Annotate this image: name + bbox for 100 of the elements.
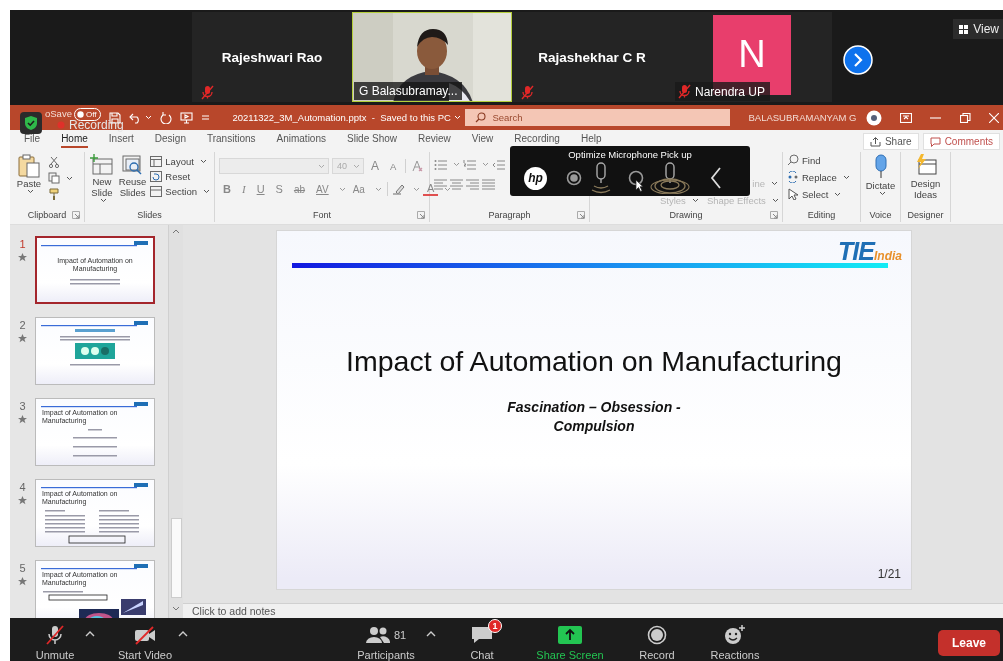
highlighter-icon[interactable] — [392, 183, 407, 195]
caret-icon[interactable] — [691, 198, 699, 203]
unmute-button[interactable]: Unmute — [25, 624, 85, 661]
slide-content-drawing — [73, 429, 117, 459]
transition-star-icon — [18, 415, 27, 424]
collapse-chevron-icon[interactable] — [710, 167, 722, 189]
comments-button[interactable]: Comments — [922, 133, 1000, 150]
caret-up-icon[interactable] — [85, 630, 95, 637]
ribbon-tab[interactable]: Animations — [276, 133, 326, 146]
caret-icon[interactable] — [27, 189, 34, 194]
notes-pane[interactable]: Click to add notes — [183, 603, 1003, 618]
transition-star-icon — [18, 577, 27, 586]
group-label: Voice — [869, 210, 892, 220]
group-label: Editing — [807, 210, 836, 220]
caret-icon[interactable] — [99, 198, 107, 203]
new-slide-button[interactable]: New Slide — [89, 154, 115, 203]
radio-button[interactable] — [566, 170, 582, 186]
paste-button[interactable]: Paste — [14, 154, 44, 194]
dictate-button[interactable]: Dictate — [865, 154, 896, 196]
scroll-down-icon[interactable] — [170, 605, 182, 613]
start-video-button[interactable]: Start Video — [112, 624, 178, 661]
scissors-icon[interactable] — [48, 156, 60, 168]
dialog-launcher-icon[interactable] — [72, 211, 80, 219]
caret-up-icon[interactable] — [426, 630, 436, 637]
ribbon-display-icon[interactable] — [899, 112, 912, 123]
customize-icon[interactable] — [201, 113, 211, 122]
design-ideas-button[interactable]: Design Ideas — [905, 154, 946, 200]
caret-icon[interactable] — [203, 189, 210, 194]
group-label: Designer — [907, 210, 944, 220]
caret-icon[interactable] — [842, 174, 850, 180]
ribbon-tab[interactable]: Home — [61, 133, 88, 148]
share-screen-button[interactable]: Share Screen — [530, 624, 610, 661]
layout-button[interactable]: Layout — [150, 156, 210, 167]
participant-name: Rajashekhar C R — [538, 49, 646, 65]
ribbon-tab[interactable]: View — [471, 133, 494, 146]
slide-number: 1 — [19, 238, 26, 250]
ribbon-tab[interactable]: File — [24, 133, 41, 146]
caret-icon[interactable] — [834, 191, 842, 197]
caret-icon[interactable] — [66, 175, 73, 181]
redo-icon[interactable] — [160, 111, 173, 124]
caret-icon[interactable] — [771, 181, 778, 186]
next-button[interactable] — [843, 45, 873, 75]
section-button[interactable]: Section — [150, 186, 210, 197]
reset-button[interactable]: Reset — [150, 171, 210, 182]
caret-icon[interactable] — [771, 198, 779, 203]
record-icon — [647, 625, 667, 645]
video-off-icon — [133, 625, 157, 645]
reuse-slides-button[interactable]: Reuse Slides — [118, 154, 147, 198]
ribbon-tab[interactable]: Slide Show — [347, 133, 397, 146]
dialog-launcher-icon[interactable] — [577, 211, 585, 219]
record-button[interactable]: Record — [627, 624, 687, 661]
slide-number: 3 — [19, 400, 26, 412]
font-name-field[interactable] — [219, 158, 329, 174]
find-button[interactable]: Find — [787, 154, 850, 166]
share-screen-icon — [558, 626, 582, 644]
slide-number: 4 — [19, 481, 26, 493]
transition-star-icon — [18, 496, 27, 505]
copy-icon[interactable] — [48, 172, 60, 184]
radio-button[interactable] — [628, 170, 644, 186]
presentation-icon[interactable] — [180, 111, 194, 124]
caret-up-icon[interactable] — [178, 630, 188, 637]
leave-button[interactable]: Leave — [937, 630, 1000, 656]
replace-button[interactable]: Replace — [787, 171, 850, 183]
share-button[interactable]: Share — [862, 133, 919, 150]
view-button[interactable]: View — [953, 19, 1003, 39]
notification-badge: 1 — [488, 619, 502, 633]
ribbon-tab[interactable]: Design — [154, 133, 186, 146]
logo-text: TIE — [838, 237, 874, 266]
search-field[interactable]: Search — [465, 109, 731, 126]
clear-formatting-icon[interactable] — [411, 160, 425, 172]
chat-bubble-icon — [471, 625, 493, 645]
control-label: Share Screen — [536, 649, 604, 661]
chat-button[interactable]: 1 Chat — [457, 618, 507, 661]
ribbon-tab[interactable]: Transitions — [206, 133, 256, 146]
new-slide-icon — [89, 154, 114, 176]
participants-button[interactable]: 81 Participants — [346, 624, 426, 661]
restore-icon[interactable] — [959, 112, 971, 123]
slide-subtitle: Fascination – Obsession - Compulsion — [506, 398, 682, 436]
decrease-indent-icon[interactable] — [492, 159, 505, 170]
close-icon[interactable] — [988, 112, 999, 123]
select-button[interactable]: Select — [787, 188, 850, 200]
slide-thumbnail[interactable] — [35, 317, 155, 385]
ribbon-tab[interactable]: Help — [580, 133, 602, 146]
participant-name: Rajeshwari Rao — [221, 49, 323, 65]
dialog-launcher-icon[interactable] — [770, 211, 778, 219]
reactions-button[interactable]: Reactions — [700, 624, 770, 661]
bullet-list-icon[interactable] — [434, 159, 447, 170]
scroll-thumb[interactable] — [170, 518, 182, 598]
ribbon-tab[interactable]: Recording — [514, 133, 560, 146]
scrollbar[interactable] — [168, 225, 183, 618]
dialog-launcher-icon[interactable] — [417, 211, 425, 219]
caret-icon[interactable] — [878, 191, 886, 196]
group-label: Slides — [137, 210, 162, 220]
ribbon-tab[interactable]: Insert — [108, 133, 134, 146]
file-title[interactable]: 20211322_3M_Automation.pptx - Saved to this PC — [232, 112, 466, 123]
caret-icon[interactable] — [199, 159, 207, 164]
toggle-knob-icon — [76, 111, 84, 118]
format-painter-icon[interactable] — [48, 188, 60, 200]
user-avatar-icon[interactable] — [865, 109, 882, 126]
ribbon-tab[interactable]: Review — [418, 133, 451, 146]
